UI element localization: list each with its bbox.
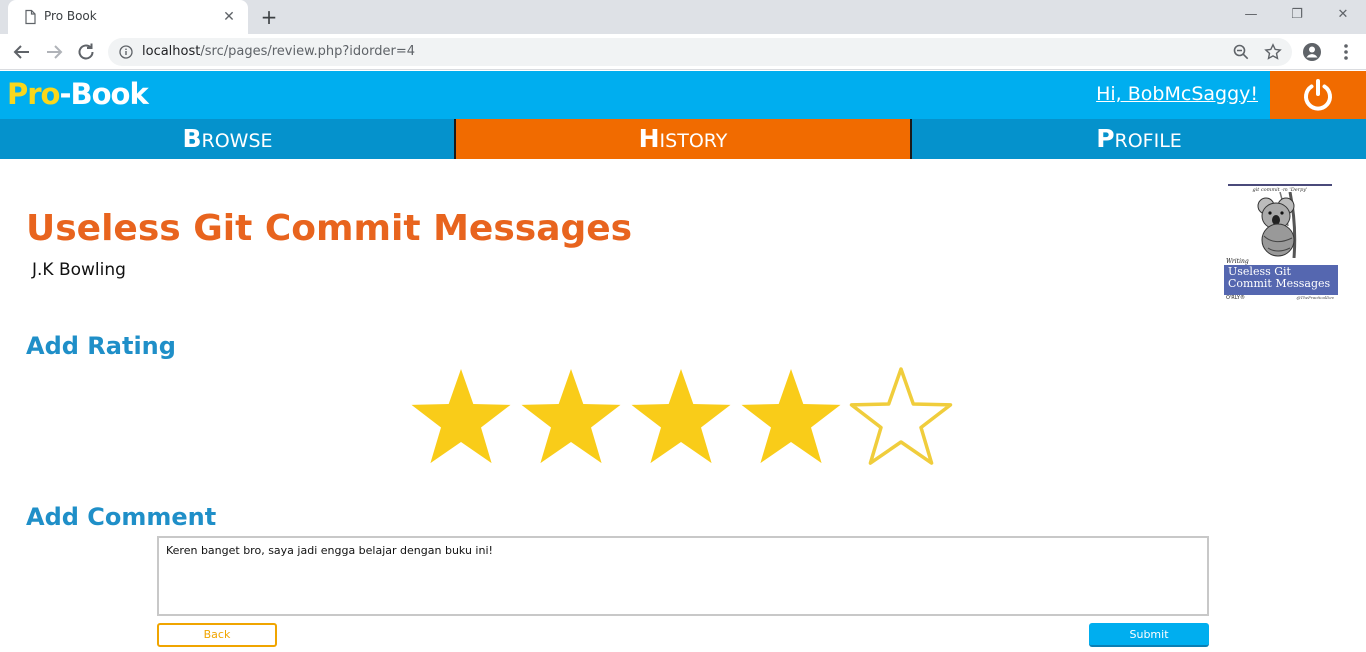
book-cover-image: git commit -m 'Derpy' Writing Useless Gi… xyxy=(1222,184,1338,304)
tab-profile-label: ROFILE xyxy=(1114,130,1182,152)
cover-writing: Writing xyxy=(1226,258,1249,265)
tab-profile[interactable]: PROFILE xyxy=(912,119,1366,159)
more-menu-icon[interactable] xyxy=(1336,42,1356,62)
star-filled-icon[interactable] xyxy=(518,366,624,468)
star-filled-icon[interactable] xyxy=(628,366,734,468)
cover-title-band: Useless Git Commit Messages xyxy=(1224,265,1338,295)
logout-button[interactable] xyxy=(1270,71,1366,119)
tab-close-icon[interactable]: ✕ xyxy=(220,8,238,26)
browser-toolbar: localhost/src/pages/review.php?idorder=4 xyxy=(0,34,1366,70)
browser-tab-bar: Pro Book ✕ + — ❐ ✕ xyxy=(0,0,1366,34)
account-icon[interactable] xyxy=(1302,42,1322,62)
bookmark-star-icon[interactable] xyxy=(1264,43,1282,61)
logo[interactable]: Pro-Book xyxy=(7,77,149,111)
minimize-icon[interactable]: — xyxy=(1228,0,1274,30)
restore-icon[interactable]: ❐ xyxy=(1274,0,1320,30)
cover-author: @ThePracticalDev xyxy=(1296,295,1334,300)
tab-history-label: ISTORY xyxy=(659,130,728,152)
tab-history-initial: H xyxy=(638,124,660,153)
url-text: localhost/src/pages/review.php?idorder=4 xyxy=(142,44,415,59)
power-icon xyxy=(1304,79,1332,111)
star-filled-icon[interactable] xyxy=(738,366,844,468)
zoom-icon[interactable] xyxy=(1232,43,1250,61)
star-rating xyxy=(408,366,958,468)
add-rating-heading: Add Rating xyxy=(26,332,176,360)
address-bar[interactable]: localhost/src/pages/review.php?idorder=4 xyxy=(108,38,1292,66)
logo-book: Book xyxy=(70,77,149,111)
cover-title-line2: Commit Messages xyxy=(1228,277,1331,290)
cover-publisher: O'RLY® xyxy=(1226,295,1245,301)
back-button[interactable]: Back xyxy=(157,623,277,647)
tab-browse-initial: B xyxy=(182,124,202,153)
star-empty-icon[interactable] xyxy=(848,366,954,468)
document-icon xyxy=(25,9,36,25)
tab-browse[interactable]: BROWSE xyxy=(0,119,455,159)
logo-pro: Pro xyxy=(7,77,60,111)
tab-profile-initial: P xyxy=(1096,124,1115,153)
info-icon[interactable] xyxy=(119,45,133,59)
reload-icon[interactable] xyxy=(74,40,98,64)
tab-history[interactable]: HISTORY xyxy=(456,119,910,159)
add-comment-heading: Add Comment xyxy=(26,503,217,531)
browser-tab[interactable]: Pro Book ✕ xyxy=(8,0,248,34)
tab-browse-label: ROWSE xyxy=(201,130,273,152)
comment-textarea[interactable]: Keren banget bro, saya jadi engga belaja… xyxy=(157,536,1209,616)
window-close-icon[interactable]: ✕ xyxy=(1320,0,1366,30)
main-nav: BROWSE HISTORY PROFILE xyxy=(0,119,1366,159)
url-host: localhost xyxy=(142,44,201,59)
new-tab-icon[interactable]: + xyxy=(258,6,280,28)
url-path: /src/pages/review.php?idorder=4 xyxy=(200,44,415,59)
forward-arrow-icon[interactable] xyxy=(42,40,66,64)
star-filled-icon[interactable] xyxy=(408,366,514,468)
cover-top-rule xyxy=(1228,184,1332,186)
back-arrow-icon[interactable] xyxy=(10,40,34,64)
tab-title: Pro Book xyxy=(44,9,97,23)
book-author: J.K Bowling xyxy=(32,260,126,280)
book-title: Useless Git Commit Messages xyxy=(26,208,633,249)
submit-button[interactable]: Submit xyxy=(1089,623,1209,647)
logo-dash: - xyxy=(59,77,71,111)
app-header: Pro-Book Hi, BobMcSaggy! xyxy=(0,71,1366,119)
cover-title: Useless Git Commit Messages xyxy=(1228,266,1330,290)
koala-illustration xyxy=(1257,192,1297,258)
user-greeting-link[interactable]: Hi, BobMcSaggy! xyxy=(1096,83,1258,105)
